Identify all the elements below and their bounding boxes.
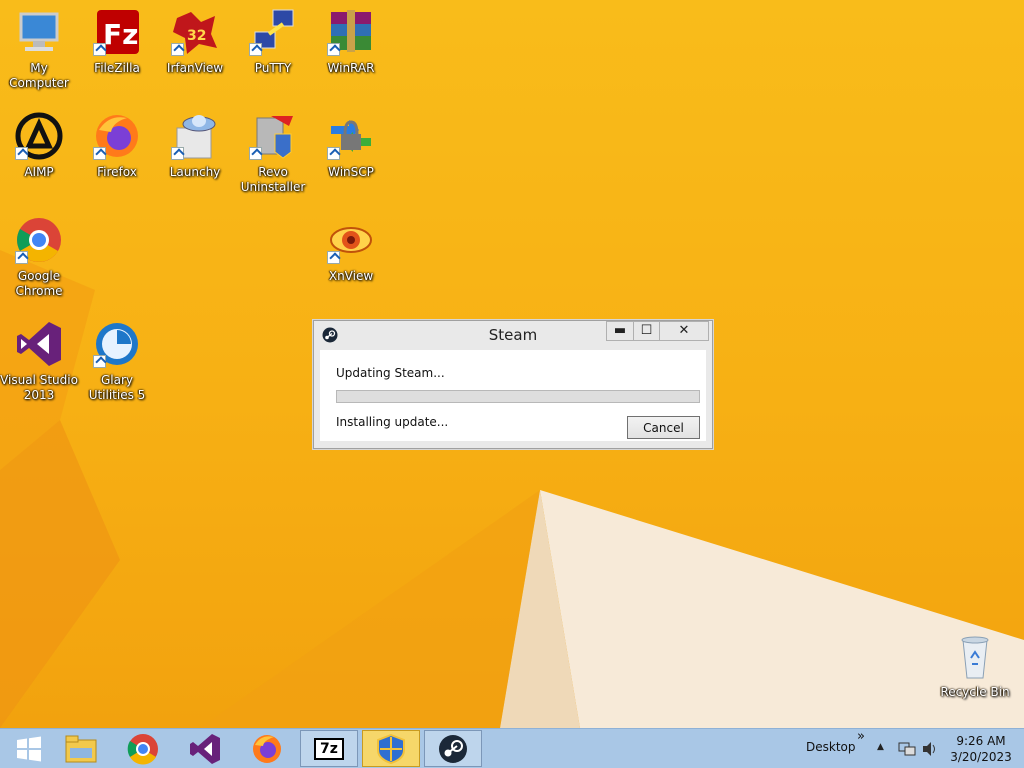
xnview-shortcut[interactable]: XnView [312, 216, 390, 284]
minimize-button[interactable]: ▬ [606, 321, 634, 341]
recycle-bin-icon [951, 632, 999, 680]
shortcut-arrow-icon [93, 147, 106, 160]
winscp-icon [327, 112, 375, 160]
shortcut-arrow-icon [249, 43, 262, 56]
my-computer-shortcut[interactable]: My Computer [0, 8, 78, 91]
7zip-icon: 7z [314, 737, 344, 760]
taskbar-firefox[interactable] [238, 730, 296, 767]
taskbar-security-shield[interactable] [362, 730, 420, 767]
icon-label: WinRAR [327, 61, 375, 75]
shortcut-arrow-icon [171, 147, 184, 160]
icon-label: Revo Uninstaller [240, 165, 306, 194]
taskbar-steam[interactable] [424, 730, 482, 767]
shortcut-arrow-icon [15, 147, 28, 160]
visual-studio-shortcut[interactable]: Visual Studio 2013 [0, 320, 78, 403]
recycle-bin[interactable]: Recycle Bin [936, 632, 1014, 700]
icon-label: Firefox [97, 165, 137, 179]
dialog-titlebar[interactable]: Steam ▬ ☐ ✕ [314, 321, 712, 349]
show-hidden-icons-button[interactable]: ▲ [877, 742, 884, 752]
shortcut-arrow-icon [93, 355, 106, 368]
windows-logo-icon [17, 736, 41, 761]
irfanview-shortcut[interactable]: 32 IrfanView [156, 8, 234, 76]
revo-uninstaller-shortcut[interactable]: Revo Uninstaller [234, 112, 312, 195]
network-icon[interactable] [898, 741, 916, 757]
taskbar-file-explorer[interactable] [52, 730, 110, 767]
computer-icon [15, 8, 63, 56]
steam-update-dialog[interactable]: Steam ▬ ☐ ✕ Updating Steam... Installing… [313, 320, 713, 449]
glary-utilities-shortcut[interactable]: Glary Utilities 5 [78, 320, 156, 403]
firefox-icon [253, 734, 281, 763]
start-button[interactable] [0, 730, 58, 767]
shortcut-arrow-icon [249, 147, 262, 160]
volume-icon[interactable] [921, 741, 939, 757]
visual-studio-icon [15, 320, 63, 368]
icon-label: Launchy [169, 165, 221, 179]
irfanview-icon: 32 [171, 8, 219, 56]
putty-icon [249, 8, 297, 56]
filezilla-shortcut[interactable]: Fz FileZilla [78, 8, 156, 76]
firefox-shortcut[interactable]: Firefox [78, 112, 156, 180]
icon-label: WinSCP [328, 165, 374, 179]
winscp-shortcut[interactable]: WinSCP [312, 112, 390, 180]
chrome-icon [127, 733, 158, 765]
aimp-icon [15, 112, 63, 160]
icon-label: AIMP [24, 165, 54, 179]
launchy-icon [171, 112, 219, 160]
winrar-shortcut[interactable]: WinRAR [312, 8, 390, 76]
icon-label: My Computer [9, 61, 69, 90]
taskbar-7zip[interactable]: 7z [300, 730, 358, 767]
taskbar-chrome[interactable] [114, 730, 172, 767]
clock[interactable]: 9:26 AM 3/20/2023 [946, 733, 1016, 765]
desktop-toolbar[interactable]: Desktop [806, 740, 856, 754]
visual-studio-icon [190, 733, 220, 764]
icon-label: Glary Utilities 5 [88, 373, 146, 402]
icon-label: Google Chrome [15, 269, 63, 298]
taskbar-visual-studio[interactable] [176, 730, 234, 767]
revo-uninstaller-icon [249, 112, 297, 160]
toolbar-chevron-icon[interactable]: » [857, 729, 865, 744]
icon-label: IrfanView [166, 61, 224, 75]
close-button[interactable]: ✕ [659, 321, 709, 341]
glary-utilities-icon [93, 320, 141, 368]
icon-label: XnView [328, 269, 374, 283]
update-status: Installing update... [336, 415, 449, 429]
shortcut-arrow-icon [327, 147, 340, 160]
icon-label: FileZilla [94, 61, 140, 75]
shortcut-arrow-icon [93, 43, 106, 56]
7zip-label: 7z [320, 740, 338, 757]
aimp-shortcut[interactable]: AIMP [0, 112, 78, 180]
taskbar: 7z Desktop » ▲ 9:26 AM 3/20/2023 [0, 728, 1024, 768]
clock-date: 3/20/2023 [950, 750, 1012, 764]
steam-icon [439, 734, 467, 763]
icon-label: Visual Studio 2013 [0, 373, 78, 402]
update-progress-bar [336, 390, 700, 403]
shortcut-arrow-icon [15, 251, 28, 264]
desktop[interactable]: My Computer Fz FileZilla 32 IrfanView Pu… [0, 0, 1024, 728]
update-heading: Updating Steam... [336, 366, 445, 380]
shortcut-arrow-icon [327, 43, 340, 56]
icon-label: Recycle Bin [940, 685, 1010, 699]
file-explorer-icon [65, 735, 97, 762]
filezilla-icon: Fz [93, 8, 141, 56]
winrar-icon [327, 8, 375, 56]
cancel-button[interactable]: Cancel [627, 416, 700, 439]
shortcut-arrow-icon [171, 43, 184, 56]
xnview-icon [327, 216, 375, 264]
icon-label: PuTTY [254, 61, 292, 75]
svg-text:Fz: Fz [103, 18, 138, 51]
maximize-button[interactable]: ☐ [633, 321, 660, 341]
firefox-icon [93, 112, 141, 160]
clock-time: 9:26 AM [956, 734, 1006, 748]
dialog-content: Updating Steam... Installing update... C… [320, 350, 706, 441]
shortcut-arrow-icon [327, 251, 340, 264]
putty-shortcut[interactable]: PuTTY [234, 8, 312, 76]
chrome-icon [15, 216, 63, 264]
launchy-shortcut[interactable]: Launchy [156, 112, 234, 180]
svg-text:32: 32 [187, 28, 206, 44]
security-shield-icon [377, 733, 405, 764]
google-chrome-shortcut[interactable]: Google Chrome [0, 216, 78, 299]
